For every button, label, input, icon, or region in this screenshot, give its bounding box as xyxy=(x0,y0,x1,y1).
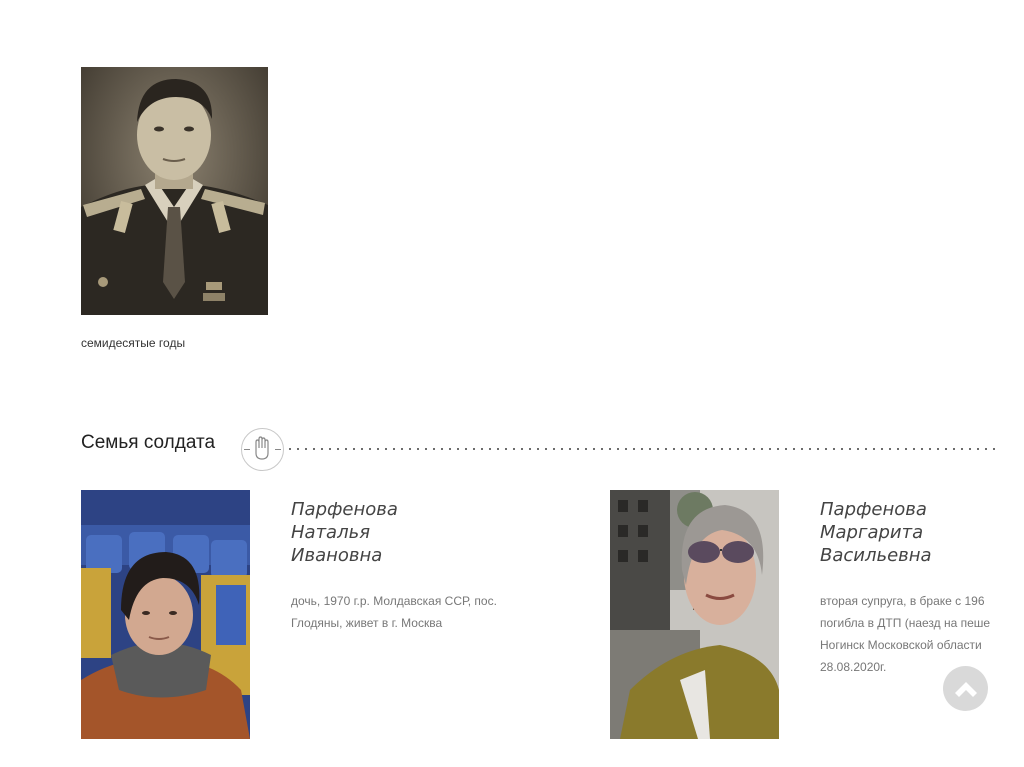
section-title: Семья солдата xyxy=(81,432,216,453)
photo-caption: семидесятые годы xyxy=(81,336,186,350)
member-name-line: Парфенова xyxy=(820,499,927,520)
member-description-2: вторая супруга, в браке с 196 погибла в … xyxy=(820,590,1024,678)
member-photo-2 xyxy=(610,490,779,739)
soldier-portrait-photo xyxy=(81,67,268,315)
member-desc-line: вторая супруга, в браке с 196 xyxy=(820,594,985,608)
member-desc-line: Глодяны, живет в г. Москва xyxy=(291,616,443,630)
chevron-up-icon xyxy=(954,681,977,697)
member-desc-line: 28.08.2020г. xyxy=(820,660,887,674)
member-name-2: Парфенова Маргарита Васильевна xyxy=(820,498,1020,567)
member-photo-1 xyxy=(81,490,250,739)
member-name-line: Маргарита xyxy=(820,522,924,543)
member-desc-line: дочь, 1970 г.р. Молдавская ССР, пос. xyxy=(291,594,497,608)
scroll-to-top-button[interactable] xyxy=(943,666,988,711)
member-name-1: Парфенова Наталья Ивановна xyxy=(291,498,491,567)
member-name-line: Парфенова xyxy=(291,499,398,520)
member-description-1: дочь, 1970 г.р. Молдавская ССР, пос. Гло… xyxy=(291,590,541,634)
member-desc-line: погибла в ДТП (наезд на пеше xyxy=(820,616,991,630)
member-name-line: Васильевна xyxy=(820,545,932,566)
section-divider xyxy=(286,448,998,450)
member-desc-line: Ногинск Московской области xyxy=(820,638,982,652)
hand-icon xyxy=(241,428,284,471)
member-name-line: Наталья xyxy=(291,522,371,543)
member-name-line: Ивановна xyxy=(291,545,383,566)
